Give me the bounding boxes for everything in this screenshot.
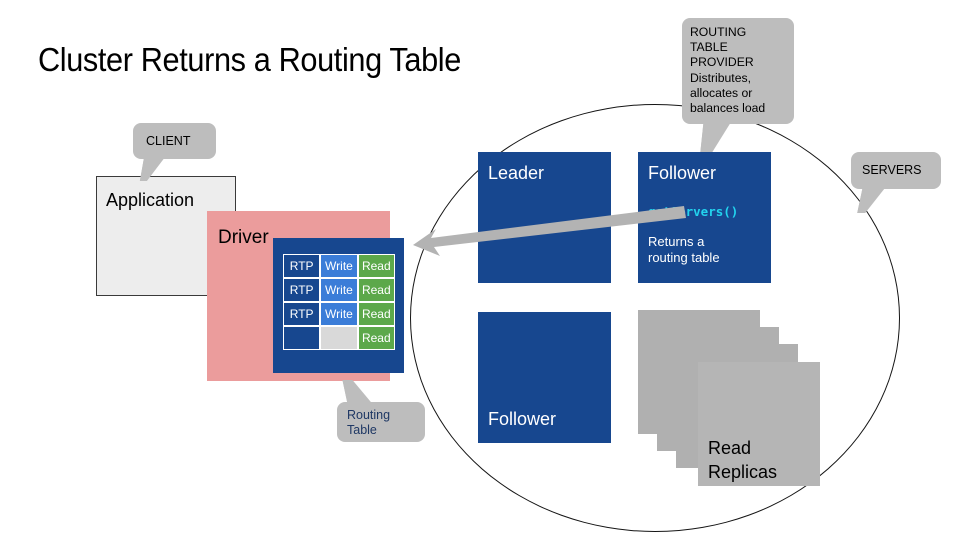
cell-read: Read [357,302,395,326]
follower-label: Follower [488,409,557,429]
cell-rtp: RTP [283,254,321,278]
cell-write: Write [320,302,358,326]
cell-write-empty [320,326,358,350]
follower-box-bottom[interactable]: Follower [478,312,611,443]
read-replicas-label: Read Replicas [708,438,778,482]
driver-label: Driver [218,227,269,248]
follower-note: Returns a routing table [648,234,720,265]
callout-routing-table-provider-label: ROUTING TABLE PROVIDER Distributes, allo… [690,25,766,116]
cell-rtp: RTP [283,302,321,326]
table-row: RTP Write Read [283,278,395,302]
callout-tail-icon [700,121,732,152]
leader-box[interactable]: Leader [478,152,611,283]
read-replicas-stack[interactable]: Read Replicas [638,310,820,486]
routing-table: RTP Write Read RTP Write Read RTP Write … [283,254,395,350]
callout-tail-icon [857,187,886,213]
table-row: RTP Write Read [283,302,395,326]
cell-write: Write [320,278,358,302]
callout-client: CLIENT [133,123,216,181]
cell-read: Read [357,254,395,278]
callout-tail-icon [342,380,373,404]
table-row: Read [283,326,395,350]
leader-label: Leader [488,163,545,183]
follower-label: Follower [648,163,717,183]
cell-read: Read [357,278,395,302]
callout-tail-icon [139,157,166,181]
cell-read: Read [357,326,395,350]
callout-routing-table: Routing Table [337,380,425,442]
slide-canvas: Cluster Returns a Routing Table Applicat… [0,0,960,540]
application-label: Application [106,190,195,210]
page-title: Cluster Returns a Routing Table [38,41,461,78]
cell-rtp: RTP [283,278,321,302]
cell-rtp-blank [283,326,321,350]
callout-routing-table-label: Routing Table [347,408,391,437]
get-servers-code: getServers() [648,204,739,219]
table-row: RTP Write Read [283,254,395,278]
callout-servers-label: SERVERS [862,163,922,177]
routing-table-panel: RTP Write Read RTP Write Read RTP Write … [273,238,404,373]
cell-write: Write [320,254,358,278]
callout-servers: SERVERS [851,152,941,213]
callout-client-label: CLIENT [146,134,191,148]
callout-routing-table-provider: ROUTING TABLE PROVIDER Distributes, allo… [682,18,794,152]
follower-box-top[interactable]: Follower getServers() Returns a routing … [638,152,771,283]
